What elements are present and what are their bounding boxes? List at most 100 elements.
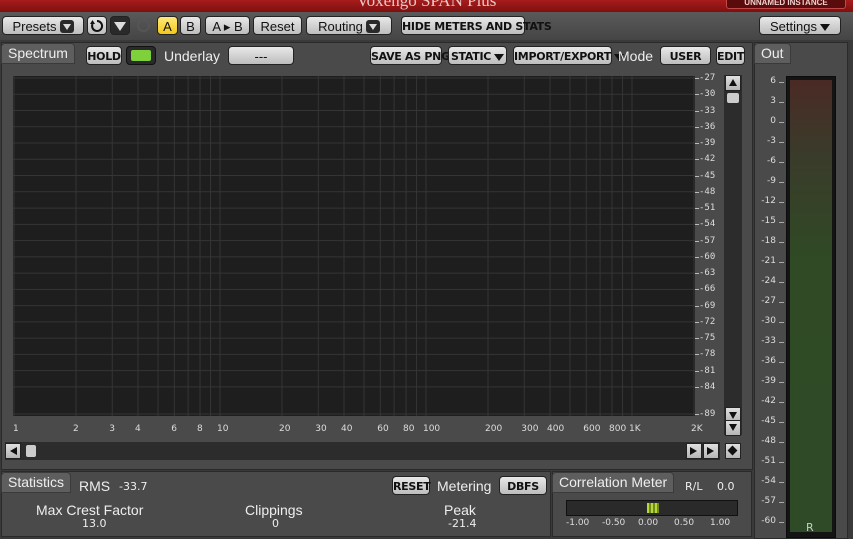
instance-badge[interactable]: UNNAMED INSTANCE	[726, 0, 846, 9]
toolbar: Presets A B A ▸ B Reset Routing HIDE MET…	[0, 12, 853, 40]
frequency-tick-label: 60	[377, 424, 389, 434]
horizontal-scrollbar[interactable]	[5, 442, 720, 460]
power-icon[interactable]	[137, 19, 150, 32]
scroll-right-button-1[interactable]	[686, 443, 702, 459]
reset-button[interactable]: Reset	[253, 16, 302, 35]
settings-button[interactable]: Settings	[759, 16, 841, 35]
spectrum-plot[interactable]	[13, 76, 695, 416]
db-tick-label: -81	[699, 365, 716, 376]
metering-label: Metering	[437, 478, 492, 494]
chevron-left-icon	[10, 447, 17, 455]
frequency-tick-label: 6	[171, 424, 178, 434]
scroll-up-button[interactable]	[725, 75, 741, 91]
preset-a-button[interactable]: A	[157, 16, 178, 35]
presets-button[interactable]: Presets	[2, 16, 84, 35]
db-tick-label: -63	[699, 268, 716, 279]
db-tick-label: -69	[699, 300, 716, 311]
db-tick	[695, 338, 699, 340]
zoom-fit-button[interactable]	[725, 443, 741, 459]
meter-channel-label: R	[806, 521, 814, 534]
metering-dbfs-button[interactable]: DBFS	[499, 476, 547, 495]
presets-label: Presets	[12, 19, 57, 34]
hold-button[interactable]: HOLD	[86, 46, 122, 65]
out-scale-tick	[779, 382, 784, 383]
db-tick-label: -54	[699, 219, 716, 230]
db-tick-label: -57	[699, 235, 716, 246]
horizontal-scroll-thumb[interactable]	[26, 445, 36, 457]
hide-meters-button[interactable]: HIDE METERS AND STATS	[401, 16, 552, 35]
scroll-right-button-2[interactable]	[703, 443, 719, 459]
correlation-scale-label: 0.00	[638, 518, 659, 528]
db-tick-label: -45	[699, 170, 716, 181]
hold-indicator	[131, 50, 151, 61]
spectrum-panel-label: Spectrum	[1, 43, 75, 64]
chevron-down-icon	[819, 24, 830, 32]
chevron-down-icon	[365, 20, 380, 34]
out-scale-label: -6	[767, 156, 776, 166]
db-tick-label: -75	[699, 333, 716, 344]
out-scale-tick	[779, 282, 784, 283]
db-tick	[695, 289, 699, 291]
import-export-button[interactable]: IMPORT/EXPORT	[513, 46, 624, 65]
vertical-scroll-thumb[interactable]	[727, 93, 739, 103]
undo-button[interactable]	[87, 16, 107, 35]
statistics-panel-label: Statistics	[1, 472, 72, 493]
db-tick-label: -72	[699, 316, 716, 327]
undo-history-dropdown[interactable]	[110, 16, 130, 35]
edit-button[interactable]: EDIT	[716, 46, 745, 65]
db-tick	[695, 143, 699, 145]
out-scale-tick	[779, 142, 784, 143]
undo-icon	[90, 19, 104, 32]
save-as-png-button[interactable]: SAVE AS PNG	[370, 46, 450, 65]
db-tick-label: -42	[699, 154, 716, 165]
chevron-down-icon	[494, 53, 505, 61]
out-scale-label: 6	[770, 76, 776, 86]
out-scale-label: -42	[761, 396, 776, 406]
db-tick-label: -78	[699, 349, 716, 360]
routing-button[interactable]: Routing	[306, 16, 392, 35]
underlay-select[interactable]: ---	[228, 46, 294, 65]
zoom-vertical-button[interactable]	[725, 420, 741, 436]
db-tick-label: -39	[699, 138, 716, 149]
out-scale-label: -45	[761, 416, 776, 426]
reset-stats-button[interactable]: RESET	[392, 476, 431, 495]
out-scale-label: -36	[761, 356, 776, 366]
vertical-scrollbar[interactable]	[724, 75, 742, 435]
out-scale: 6 3 0 -3 -6 -9 -12 -15 -18 -21 -24 -27 -30 -33 -36 -39 -…	[756, 76, 786, 531]
db-tick-label: -51	[699, 203, 716, 214]
chevron-down-icon	[729, 424, 737, 431]
static-button[interactable]: STATIC	[448, 46, 507, 65]
frequency-tick-label: 80	[403, 424, 415, 434]
db-tick	[695, 273, 699, 275]
out-scale-label: 3	[770, 96, 776, 106]
frequency-tick-label: 400	[547, 424, 565, 434]
peak-value: -21.4	[448, 517, 477, 530]
copy-a-to-b-button[interactable]: A ▸ B	[205, 16, 250, 35]
db-axis: -27 -30 -33 -36 -39 -42 -45 -48 -51 -54 -57 -60 -63 -…	[695, 72, 725, 422]
mode-user-button[interactable]: USER	[660, 46, 711, 65]
rms-label: RMS	[79, 478, 111, 494]
correlation-scale-label: -0.50	[602, 518, 626, 528]
chevron-right-icon	[690, 447, 697, 455]
out-scale-label: 0	[770, 116, 776, 126]
correlation-scale-label: 1.00	[710, 518, 731, 528]
out-scale-label: -33	[761, 336, 776, 346]
out-scale-label: -51	[761, 456, 776, 466]
out-scale-label: -54	[761, 476, 776, 486]
hold-toggle[interactable]	[126, 46, 156, 65]
peak-label: Peak	[444, 502, 476, 518]
frequency-tick-label: 2	[73, 424, 79, 434]
out-scale-tick	[779, 202, 784, 203]
out-scale-label: -27	[761, 296, 776, 306]
static-label: STATIC	[450, 50, 492, 63]
frequency-tick-label: 20	[279, 424, 291, 434]
scroll-left-button[interactable]	[5, 443, 21, 459]
preset-b-button[interactable]: B	[180, 16, 201, 35]
out-scale-label: -21	[761, 256, 776, 266]
db-tick-label: -60	[699, 251, 716, 262]
settings-label: Settings	[770, 19, 817, 34]
clippings-label: Clippings	[245, 502, 303, 518]
out-scale-label: -24	[761, 276, 776, 286]
frequency-tick-label: 800	[609, 424, 627, 434]
out-scale-tick	[779, 422, 784, 423]
